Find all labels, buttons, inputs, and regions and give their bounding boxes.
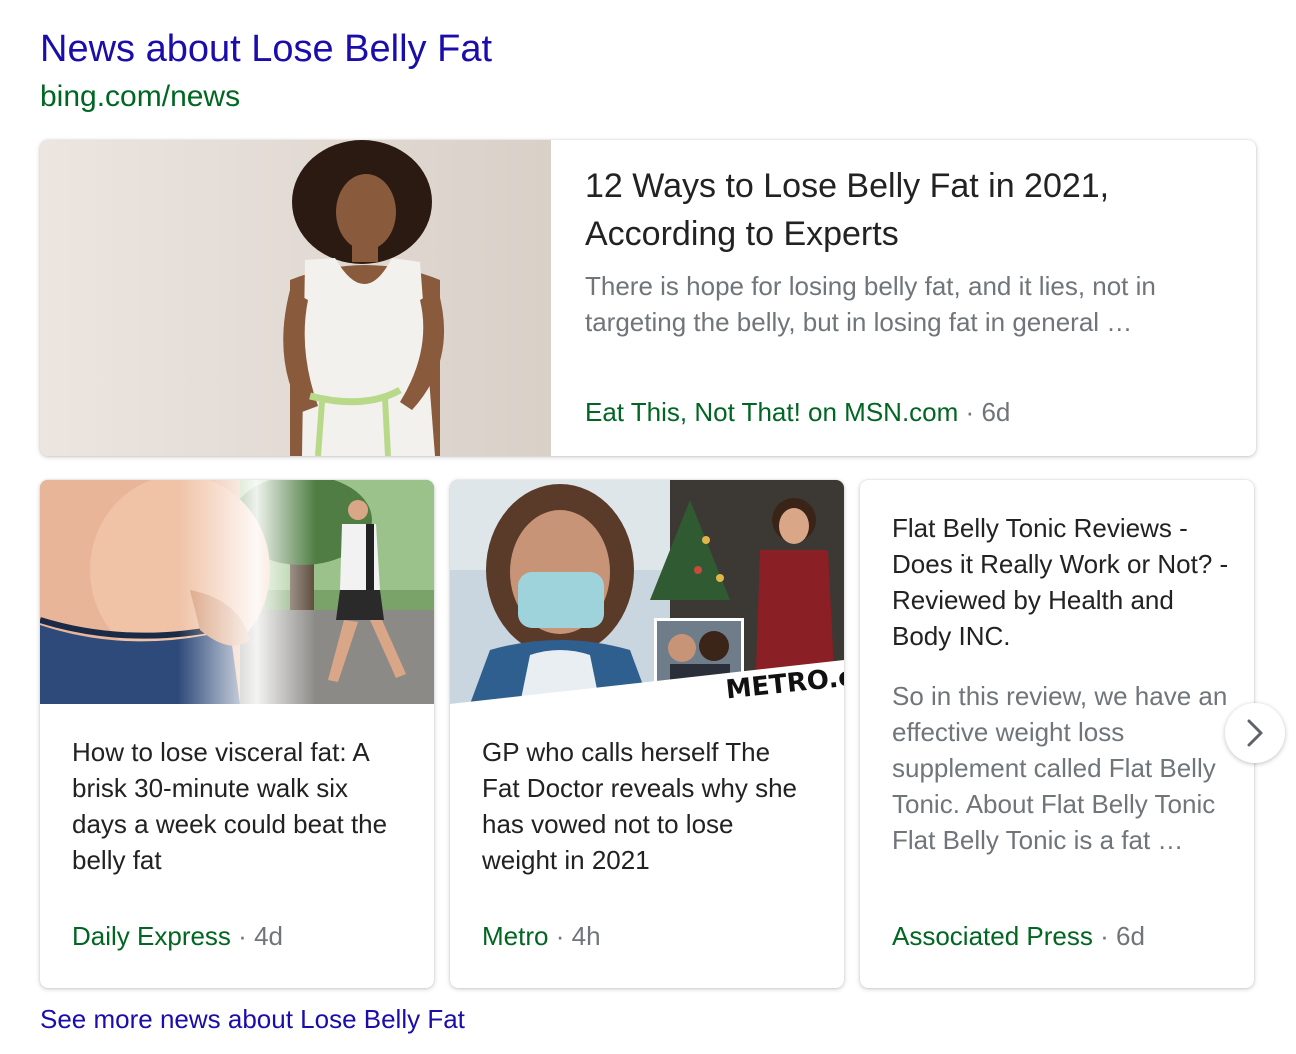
news-card-snippet: So in this review, we have an effective …: [892, 681, 1228, 855]
meta-separator: ·: [1100, 921, 1109, 951]
news-age: 4d: [254, 921, 283, 951]
featured-news-image: [40, 140, 551, 456]
news-card-associated-press[interactable]: Flat Belly Tonic Reviews - Does it Reall…: [860, 480, 1254, 988]
carousel-next-button[interactable]: [1225, 703, 1285, 763]
news-card-meta: Daily Express · 4d: [72, 918, 283, 954]
news-card-meta: Associated Press · 6d: [892, 918, 1145, 954]
see-more-news-link[interactable]: See more news about Lose Belly Fat: [40, 1004, 465, 1035]
featured-news-meta: Eat This, Not That! on MSN.com · 6d: [585, 394, 1010, 430]
news-source: Metro: [482, 921, 549, 951]
news-section-title[interactable]: News about Lose Belly Fat: [40, 28, 492, 71]
meta-separator: ·: [555, 921, 565, 951]
news-source: Eat This, Not That! on MSN.com: [585, 397, 959, 427]
news-card-headline[interactable]: GP who calls herself The Fat Doctor reve…: [482, 734, 812, 878]
chevron-right-icon: [1247, 719, 1263, 747]
news-age: 6d: [981, 397, 1011, 427]
news-section-url: bing.com/news: [40, 80, 241, 113]
news-card-image: METRO.co: [450, 480, 844, 704]
featured-news-card[interactable]: 12 Ways to Lose Belly Fat in 2021, Accor…: [40, 140, 1256, 456]
news-source: Associated Press: [892, 921, 1093, 951]
featured-news-snippet: There is hope for losing belly fat, and …: [585, 271, 1156, 337]
meta-separator: ·: [238, 921, 247, 951]
meta-separator: ·: [965, 397, 975, 427]
news-card-metro[interactable]: METRO.co GP who calls herself The Fat Do…: [450, 480, 844, 988]
news-card-daily-express[interactable]: How to lose visceral fat: A brisk 30-min…: [40, 480, 434, 988]
news-age: 4h: [571, 921, 601, 951]
news-card-headline[interactable]: Flat Belly Tonic Reviews - Does it Reall…: [892, 510, 1232, 654]
news-card-meta: Metro · 4h: [482, 918, 601, 954]
news-carousel: News about Lose Belly Fat bing.com/news: [0, 0, 1296, 1054]
news-card-image: [40, 480, 434, 704]
news-source: Daily Express: [72, 921, 231, 951]
featured-news-headline[interactable]: 12 Ways to Lose Belly Fat in 2021, Accor…: [585, 162, 1185, 258]
news-age: 6d: [1116, 921, 1145, 951]
news-card-headline[interactable]: How to lose visceral fat: A brisk 30-min…: [72, 734, 402, 878]
